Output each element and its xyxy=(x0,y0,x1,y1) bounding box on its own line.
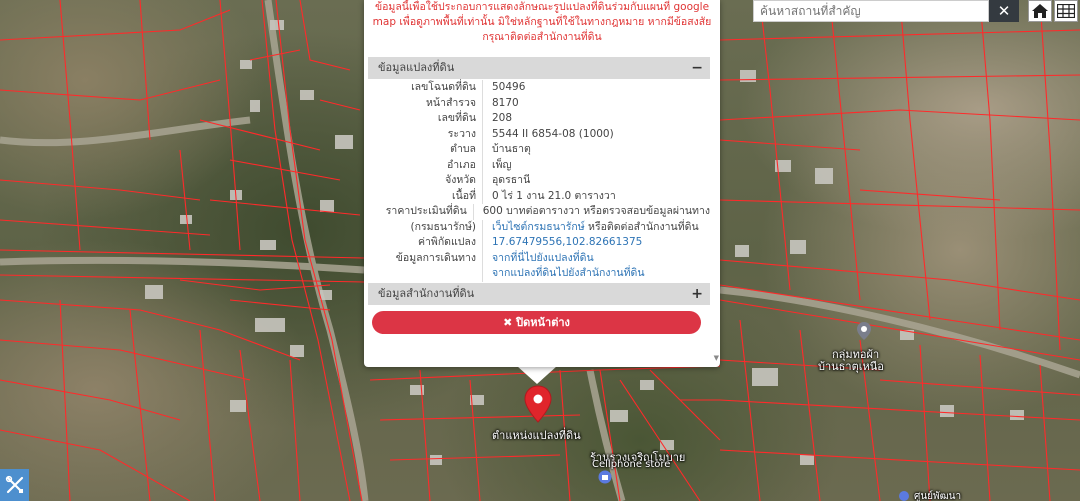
info-row: ข้อมูลการเดินทาง จากที่นี่ไปยังแปลงที่ดิน xyxy=(368,250,710,267)
close-icon: ✕ xyxy=(997,2,1011,20)
info-row: จังหวัด อุดรธานี xyxy=(368,173,710,189)
row-label: อำเภอ xyxy=(446,158,476,171)
row-value: 0 ไร่ 1 งาน 21.0 ตารางวา xyxy=(492,189,616,202)
grid-icon xyxy=(1057,4,1075,18)
shopping-bag-icon[interactable] xyxy=(598,470,612,484)
section-title: ข้อมูลแปลงที่ดิน xyxy=(378,61,455,74)
row-value: บ้านธาตุ xyxy=(492,143,531,155)
row-label: ข้อมูลการเดินทาง xyxy=(395,251,476,264)
search-input[interactable] xyxy=(753,0,989,22)
row-value: 600 บาทต่อตารางวา หรือตรวจสอบข้อมูลผ่านท… xyxy=(482,205,710,217)
info-row: หน้าสำรวจ 8170 xyxy=(368,95,710,111)
disclaimer-notice: ข้อมูลนี้เพื่อใช้ประกอบการแสดงลักษณะรูปแ… xyxy=(372,1,712,43)
info-row: เลขโฉนดที่ดิน 50496 xyxy=(368,80,710,96)
clear-search-button[interactable]: ✕ xyxy=(989,0,1019,22)
info-row: ค่าพิกัดแปลง 17.67479556,102.82661375 xyxy=(368,235,710,251)
row-label: (กรมธนารักษ์) xyxy=(410,220,476,233)
row-label: เนื้อที่ xyxy=(452,189,476,202)
poi-sublabel: บ้านธาตุเหนือ xyxy=(818,360,884,373)
scroll-down-icon[interactable]: ▼ xyxy=(714,354,719,362)
close-button-label: ปิดหน้าต่าง xyxy=(516,316,570,329)
home-icon xyxy=(1032,4,1048,18)
close-popup-button[interactable]: ✖ ปิดหน้าต่าง xyxy=(372,311,701,334)
info-row: เลขที่ดิน 208 xyxy=(368,111,710,127)
info-row: (กรมธนารักษ์) เว็บไซต์กรมธนารักษ์ หรือติด… xyxy=(368,219,710,235)
row-label: ค่าพิกัดแปลง xyxy=(417,236,476,248)
section-title: ข้อมูลสำนักงานที่ดิน xyxy=(378,287,475,300)
row-label: ระวาง xyxy=(447,127,476,140)
info-row: ตำบล บ้านธาตุ xyxy=(368,142,710,158)
expand-icon[interactable]: + xyxy=(691,283,703,305)
row-label: เลขที่ดิน xyxy=(437,112,476,124)
info-row: ระวาง 5544 II 6854-08 (1000) xyxy=(368,126,710,142)
treasury-website-link[interactable]: เว็บไซต์กรมธนารักษ์ xyxy=(492,221,585,233)
poi-sublabel: Cellphone store xyxy=(592,459,671,470)
marker-label: ตำแหน่งแปลงที่ดิน xyxy=(492,429,581,442)
row-label: ตำบล xyxy=(450,143,476,155)
collapse-icon[interactable]: − xyxy=(691,57,703,79)
tools-button[interactable] xyxy=(0,469,29,501)
home-button[interactable] xyxy=(1028,0,1052,22)
row-value: 8170 xyxy=(492,96,519,109)
info-row: จากแปลงที่ดินไปยังสำนักงานที่ดิน xyxy=(368,266,710,282)
office-section-header[interactable]: ข้อมูลสำนักงานที่ดิน + xyxy=(368,283,710,305)
directions-to-office-link[interactable]: จากแปลงที่ดินไปยังสำนักงานที่ดิน xyxy=(492,266,710,282)
row-label: เลขโฉนดที่ดิน xyxy=(411,81,476,93)
parcel-section-header[interactable]: ข้อมูลแปลงที่ดิน − xyxy=(368,57,710,79)
popup-pointer xyxy=(517,366,557,384)
row-label: หน้าสำรวจ xyxy=(426,96,476,109)
info-row: ราคาประเมินที่ดิน 600 บาทต่อตารางวา หรือต… xyxy=(368,204,710,220)
poi-icon[interactable] xyxy=(898,490,910,501)
parcel-info-table: เลขโฉนดที่ดิน 50496 หน้าสำรวจ 8170 เลขที่ด… xyxy=(368,80,710,282)
poi-label[interactable]: ศูนย์พัฒนา xyxy=(914,489,961,501)
row-value: หรือติดต่อสำนักงานที่ดิน xyxy=(584,220,699,233)
row-value: เพ็ญ xyxy=(492,158,512,171)
row-value: 208 xyxy=(492,112,513,124)
info-row: เนื้อที่ 0 ไร่ 1 งาน 21.0 ตารางวา xyxy=(368,188,710,204)
map-pin-icon[interactable] xyxy=(524,385,552,423)
directions-to-parcel-link[interactable]: จากที่นี่ไปยังแปลงที่ดิน xyxy=(492,251,710,267)
row-label: ราคาประเมินที่ดิน xyxy=(385,205,467,217)
coordinates-link[interactable]: 17.67479556,102.82661375 xyxy=(492,235,710,251)
row-value: อุดรธานี xyxy=(492,174,531,186)
grid-button[interactable] xyxy=(1054,0,1078,22)
tools-icon xyxy=(5,475,23,494)
info-row: อำเภอ เพ็ญ xyxy=(368,157,710,173)
row-value: 5544 II 6854-08 (1000) xyxy=(492,127,614,140)
close-icon: ✖ xyxy=(503,316,513,329)
row-value: 50496 xyxy=(492,81,526,93)
poi-pin-icon[interactable] xyxy=(856,321,872,341)
parcel-info-popup: ข้อมูลนี้เพื่อใช้ประกอบการแสดงลักษณะรูปแ… xyxy=(364,0,720,367)
row-label: จังหวัด xyxy=(445,174,476,186)
